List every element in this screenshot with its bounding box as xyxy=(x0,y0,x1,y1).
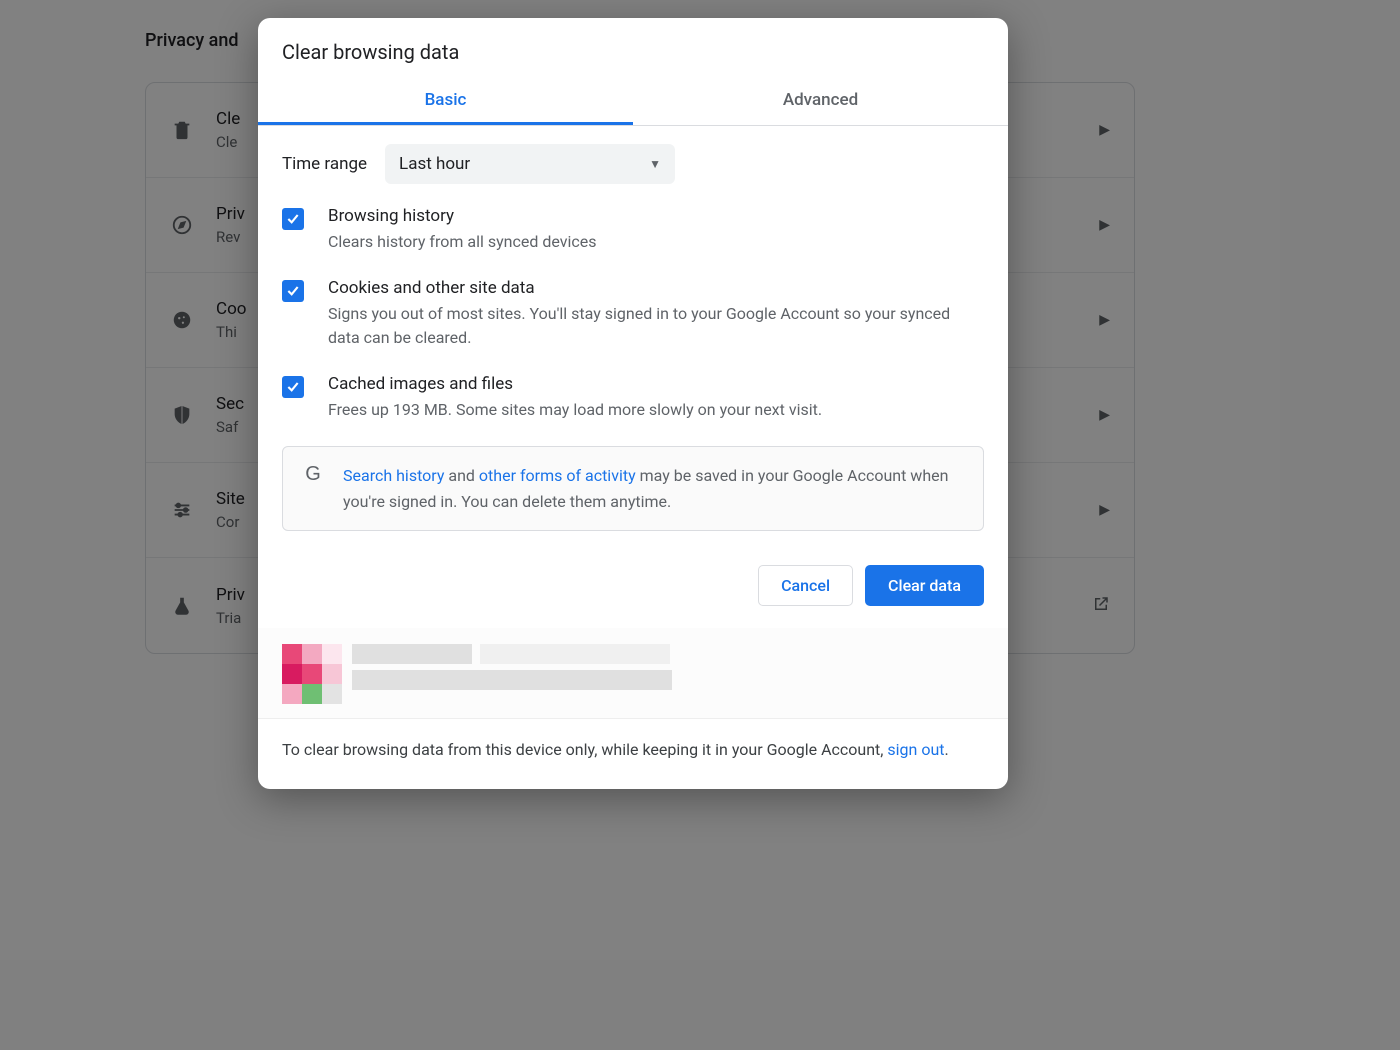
tabs: Basic Advanced xyxy=(258,76,1008,126)
account-row-redacted xyxy=(258,628,1008,719)
cancel-button[interactable]: Cancel xyxy=(758,565,853,606)
sign-out-link[interactable]: sign out xyxy=(887,740,944,759)
footer-note: To clear browsing data from this device … xyxy=(258,719,1008,789)
info-text: Search history and other forms of activi… xyxy=(343,463,965,514)
clear-browsing-data-dialog: Clear browsing data Basic Advanced Time … xyxy=(258,18,1008,789)
tab-basic[interactable]: Basic xyxy=(258,76,633,125)
dialog-title: Clear browsing data xyxy=(258,18,1008,76)
google-g-icon: G xyxy=(301,463,325,487)
item-subtitle: Frees up 193 MB. Some sites may load mor… xyxy=(328,398,984,422)
dropdown-caret-icon: ▼ xyxy=(649,157,661,171)
item-subtitle: Clears history from all synced devices xyxy=(328,230,984,254)
tab-advanced[interactable]: Advanced xyxy=(633,76,1008,125)
time-range-select[interactable]: Last hour ▼ xyxy=(385,144,675,184)
other-activity-link[interactable]: other forms of activity xyxy=(479,466,636,485)
clear-data-button[interactable]: Clear data xyxy=(865,565,984,606)
time-range-value: Last hour xyxy=(399,154,470,174)
time-range-label: Time range xyxy=(282,154,367,174)
google-account-info: G Search history and other forms of acti… xyxy=(282,446,984,531)
checkbox-cache[interactable] xyxy=(282,376,304,398)
avatar-redacted xyxy=(282,644,342,704)
item-title: Cached images and files xyxy=(328,374,984,394)
item-subtitle: Signs you out of most sites. You'll stay… xyxy=(328,302,984,350)
search-history-link[interactable]: Search history xyxy=(343,466,444,485)
item-title: Browsing history xyxy=(328,206,984,226)
item-title: Cookies and other site data xyxy=(328,278,984,298)
checkbox-browsing-history[interactable] xyxy=(282,208,304,230)
checkbox-cookies[interactable] xyxy=(282,280,304,302)
